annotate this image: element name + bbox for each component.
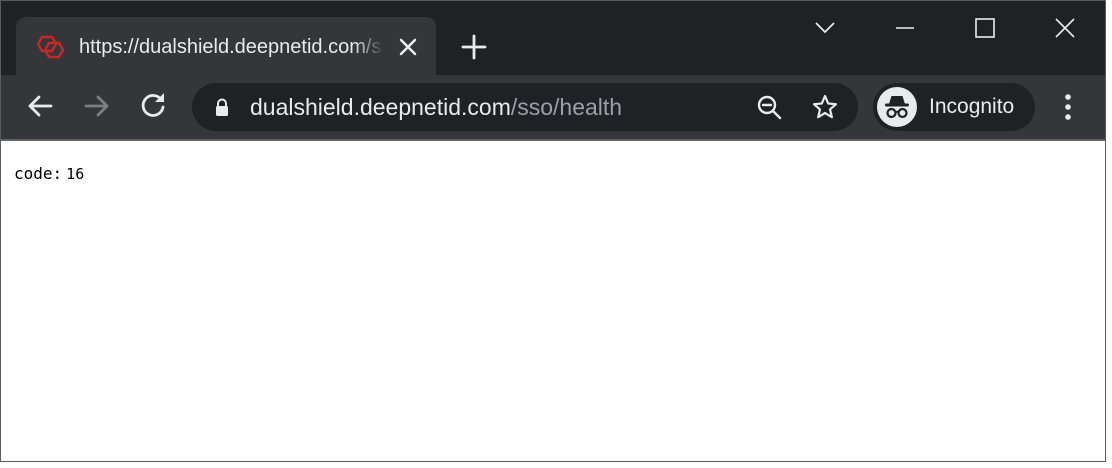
close-window-icon[interactable] <box>1045 11 1085 45</box>
incognito-label: Incognito <box>929 95 1015 118</box>
back-arrow-icon[interactable] <box>23 89 57 123</box>
close-tab-icon[interactable] <box>396 35 420 59</box>
dualshield-logo-icon <box>36 34 66 60</box>
more-menu-icon[interactable] <box>1053 89 1083 125</box>
json-entry: code: 16 <box>14 163 84 185</box>
json-value: 16 <box>66 165 85 183</box>
url-host: dualshield.deepnetid.com <box>250 94 511 120</box>
page-content: code: 16 <box>1 141 1105 461</box>
tab-title: https://dualshield.deepnetid.com/sso/hea… <box>79 36 384 58</box>
forward-arrow-icon[interactable] <box>80 89 114 123</box>
zoom-out-icon[interactable] <box>755 93 783 121</box>
bookmark-star-icon[interactable] <box>811 93 839 121</box>
maximize-icon[interactable] <box>965 11 1005 45</box>
json-key: code: <box>14 164 63 183</box>
url-path: /sso/health <box>510 94 623 120</box>
lock-icon[interactable] <box>212 97 232 117</box>
toolbar: dualshield.deepnetid.com/sso/health Inco… <box>1 75 1105 141</box>
tab-strip: https://dualshield.deepnetid.com/sso/hea… <box>1 1 1105 75</box>
active-tab[interactable]: https://dualshield.deepnetid.com/sso/hea… <box>16 17 436 75</box>
incognito-profile-button[interactable]: Incognito <box>873 83 1035 131</box>
browser-window: https://dualshield.deepnetid.com/sso/hea… <box>0 0 1106 462</box>
url-text[interactable]: dualshield.deepnetid.com/sso/health <box>250 93 622 121</box>
reload-icon[interactable] <box>136 89 170 123</box>
minimize-icon[interactable] <box>885 11 925 45</box>
incognito-icon <box>877 87 917 127</box>
tab-search-chevron-icon[interactable] <box>805 11 845 45</box>
address-bar[interactable]: dualshield.deepnetid.com/sso/health <box>192 83 858 131</box>
new-tab-icon[interactable] <box>459 32 489 62</box>
